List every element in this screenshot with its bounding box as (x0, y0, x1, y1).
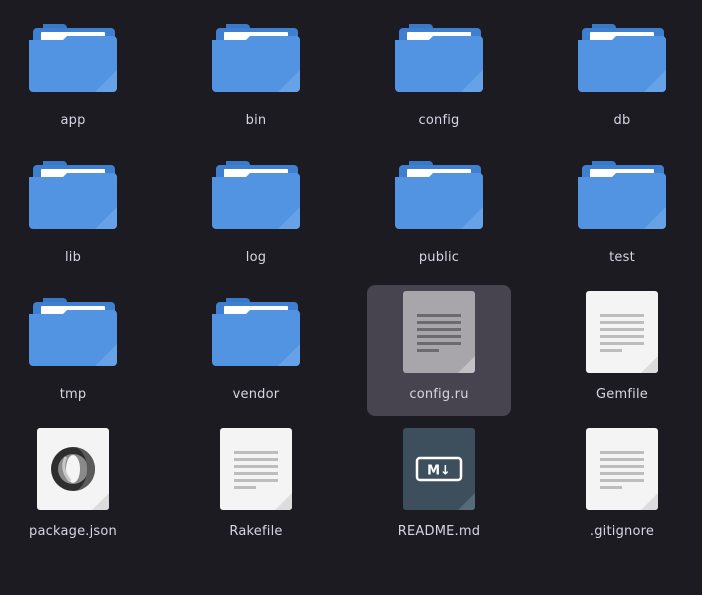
file-item-vendor[interactable]: vendor (184, 285, 328, 416)
file-label: tmp (59, 387, 87, 402)
file-item-public[interactable]: public (367, 148, 511, 279)
file-item-tmp[interactable]: tmp (1, 285, 145, 416)
folder-icon (1, 11, 145, 105)
folder-icon (550, 148, 694, 242)
file-label: package.json (29, 524, 117, 539)
file-item-test[interactable]: test (550, 148, 694, 279)
folder-icon (1, 148, 145, 242)
file-item-rakefile[interactable]: Rakefile (184, 422, 328, 553)
file-label: .gitignore (589, 524, 655, 539)
file-label: lib (64, 250, 82, 265)
file-item-bin[interactable]: bin (184, 11, 328, 142)
file-label: Gemfile (596, 387, 648, 402)
file-item-log[interactable]: log (184, 148, 328, 279)
folder-icon (550, 11, 694, 105)
file-label: bin (245, 113, 267, 128)
file-item-gemfile[interactable]: Gemfile (550, 285, 694, 416)
folder-icon (184, 285, 328, 379)
file-label: test (609, 250, 635, 265)
file-item-gitignore[interactable]: .gitignore (550, 422, 694, 553)
markdown-file-icon: M↓ (367, 422, 511, 516)
file-grid: app bin config db lib log public test tm… (0, 0, 702, 595)
file-item-config[interactable]: config (367, 11, 511, 142)
text-file-icon (367, 285, 511, 379)
file-label: README.md (397, 524, 481, 539)
file-item-config-ru[interactable]: config.ru (367, 285, 511, 416)
file-label: public (418, 250, 460, 265)
file-item-lib[interactable]: lib (1, 148, 145, 279)
folder-icon (367, 148, 511, 242)
folder-icon (367, 11, 511, 105)
file-label: app (60, 113, 86, 128)
file-label: db (613, 113, 631, 128)
text-file-icon (550, 285, 694, 379)
folder-icon (184, 148, 328, 242)
file-label: vendor (232, 387, 280, 402)
json-file-icon (1, 422, 145, 516)
file-label: log (245, 250, 267, 265)
folder-icon (184, 11, 328, 105)
folder-icon (1, 285, 145, 379)
markdown-badge: M↓ (427, 464, 451, 479)
text-file-icon (184, 422, 328, 516)
file-label: config (418, 113, 460, 128)
file-label: Rakefile (229, 524, 283, 539)
file-item-app[interactable]: app (1, 11, 145, 142)
file-label: config.ru (409, 387, 469, 402)
file-item-db[interactable]: db (550, 11, 694, 142)
text-file-icon (550, 422, 694, 516)
file-item-readme-md[interactable]: M↓ README.md (367, 422, 511, 553)
file-item-package-json[interactable]: package.json (1, 422, 145, 553)
